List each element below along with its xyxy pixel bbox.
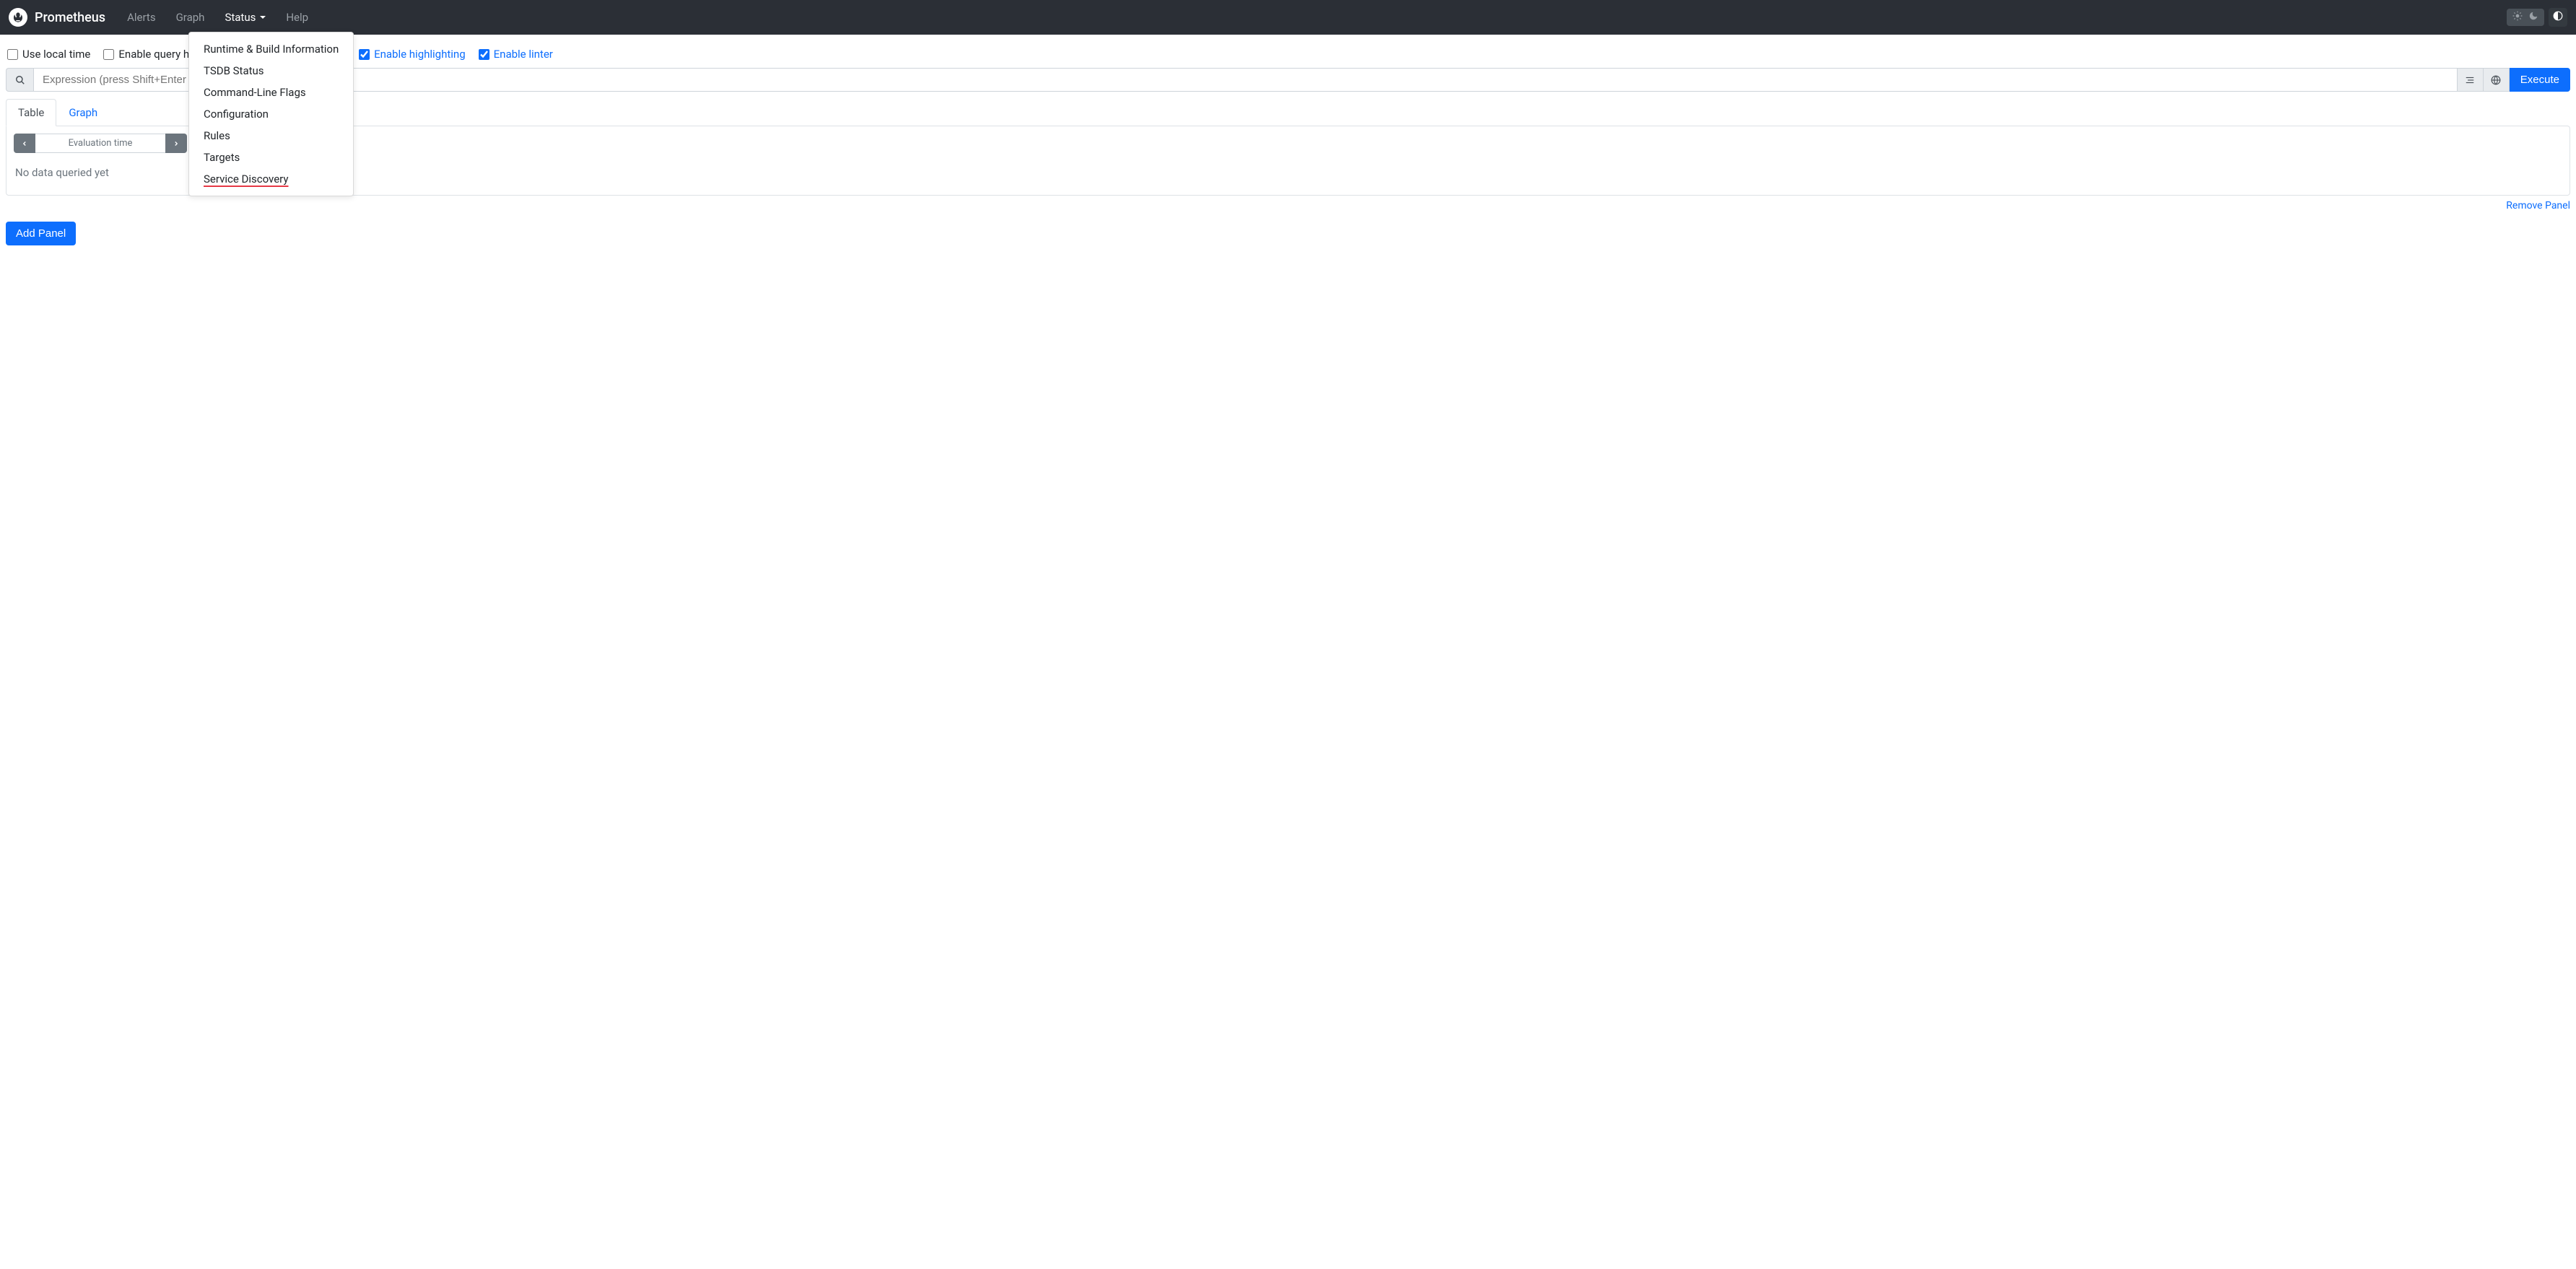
eval-time-label[interactable]: Evaluation time [35, 134, 165, 153]
enable-highlighting-checkbox[interactable] [359, 49, 370, 60]
panel-body: Evaluation time No data queried yet [6, 126, 2570, 196]
globe-icon [2491, 75, 2501, 85]
dropdown-tsdb-status[interactable]: TSDB Status [189, 60, 353, 82]
execute-button[interactable]: Execute [2510, 68, 2570, 92]
navbar-left: Prometheus Alerts Graph Status Help [9, 5, 316, 30]
search-icon [15, 75, 25, 85]
brand-text: Prometheus [35, 10, 105, 25]
option-enable-linter[interactable]: Enable linter [479, 48, 553, 61]
navbar: Prometheus Alerts Graph Status Help [0, 0, 2576, 35]
theme-auto-button[interactable] [2549, 8, 2567, 27]
chevron-right-icon [173, 140, 180, 147]
dropdown-configuration[interactable]: Configuration [189, 103, 353, 125]
nav-status-label: Status [225, 11, 256, 24]
option-use-local-time[interactable]: Use local time [7, 48, 90, 61]
nav-alerts[interactable]: Alerts [120, 5, 163, 30]
sun-icon [2512, 11, 2523, 24]
enable-query-history-checkbox[interactable] [103, 49, 114, 60]
dropdown-rules[interactable]: Rules [189, 125, 353, 147]
eval-time-prev-button[interactable] [14, 134, 35, 153]
content: Use local time Enable query history Enab… [0, 35, 2576, 251]
brand[interactable]: Prometheus [9, 8, 105, 27]
query-row: Execute [6, 68, 2570, 92]
options-row: Use local time Enable query history Enab… [6, 40, 2570, 68]
dropdown-runtime-build[interactable]: Runtime & Build Information [189, 38, 353, 60]
theme-toggle-group[interactable] [2507, 9, 2544, 26]
tabs: Table Graph [6, 99, 2570, 126]
tab-graph[interactable]: Graph [56, 99, 110, 126]
evaluation-time-control: Evaluation time [14, 134, 187, 153]
dropdown-targets[interactable]: Targets [189, 147, 353, 168]
caret-down-icon [260, 16, 266, 19]
no-data-message: No data queried yet [14, 160, 2562, 188]
remove-panel-row: Remove Panel [6, 200, 2570, 212]
dropdown-service-discovery[interactable]: Service Discovery [189, 168, 353, 190]
nav-help[interactable]: Help [279, 5, 316, 30]
format-icon [2465, 75, 2475, 85]
status-dropdown-menu: Runtime & Build Information TSDB Status … [188, 32, 354, 196]
search-icon-box[interactable] [6, 68, 33, 92]
moon-icon [2528, 11, 2538, 24]
option-enable-highlighting[interactable]: Enable highlighting [359, 48, 466, 61]
eval-time-next-button[interactable] [165, 134, 187, 153]
dropdown-command-line-flags[interactable]: Command-Line Flags [189, 82, 353, 103]
nav-status[interactable]: Status [217, 5, 273, 30]
navbar-right [2507, 8, 2567, 27]
globe-button[interactable] [2484, 68, 2510, 92]
remove-panel-link[interactable]: Remove Panel [2506, 200, 2570, 212]
use-local-time-checkbox[interactable] [7, 49, 18, 60]
enable-linter-checkbox[interactable] [479, 49, 489, 60]
enable-highlighting-label: Enable highlighting [374, 48, 466, 61]
expression-input[interactable] [33, 68, 2458, 92]
contrast-icon [2553, 11, 2563, 24]
tab-table[interactable]: Table [6, 99, 56, 126]
chevron-left-icon [21, 140, 28, 147]
add-panel-button[interactable]: Add Panel [6, 222, 76, 245]
format-button[interactable] [2458, 68, 2484, 92]
enable-linter-label: Enable linter [494, 48, 553, 61]
nav-graph[interactable]: Graph [169, 5, 212, 30]
use-local-time-label: Use local time [22, 48, 90, 61]
prometheus-logo-icon [9, 8, 27, 27]
